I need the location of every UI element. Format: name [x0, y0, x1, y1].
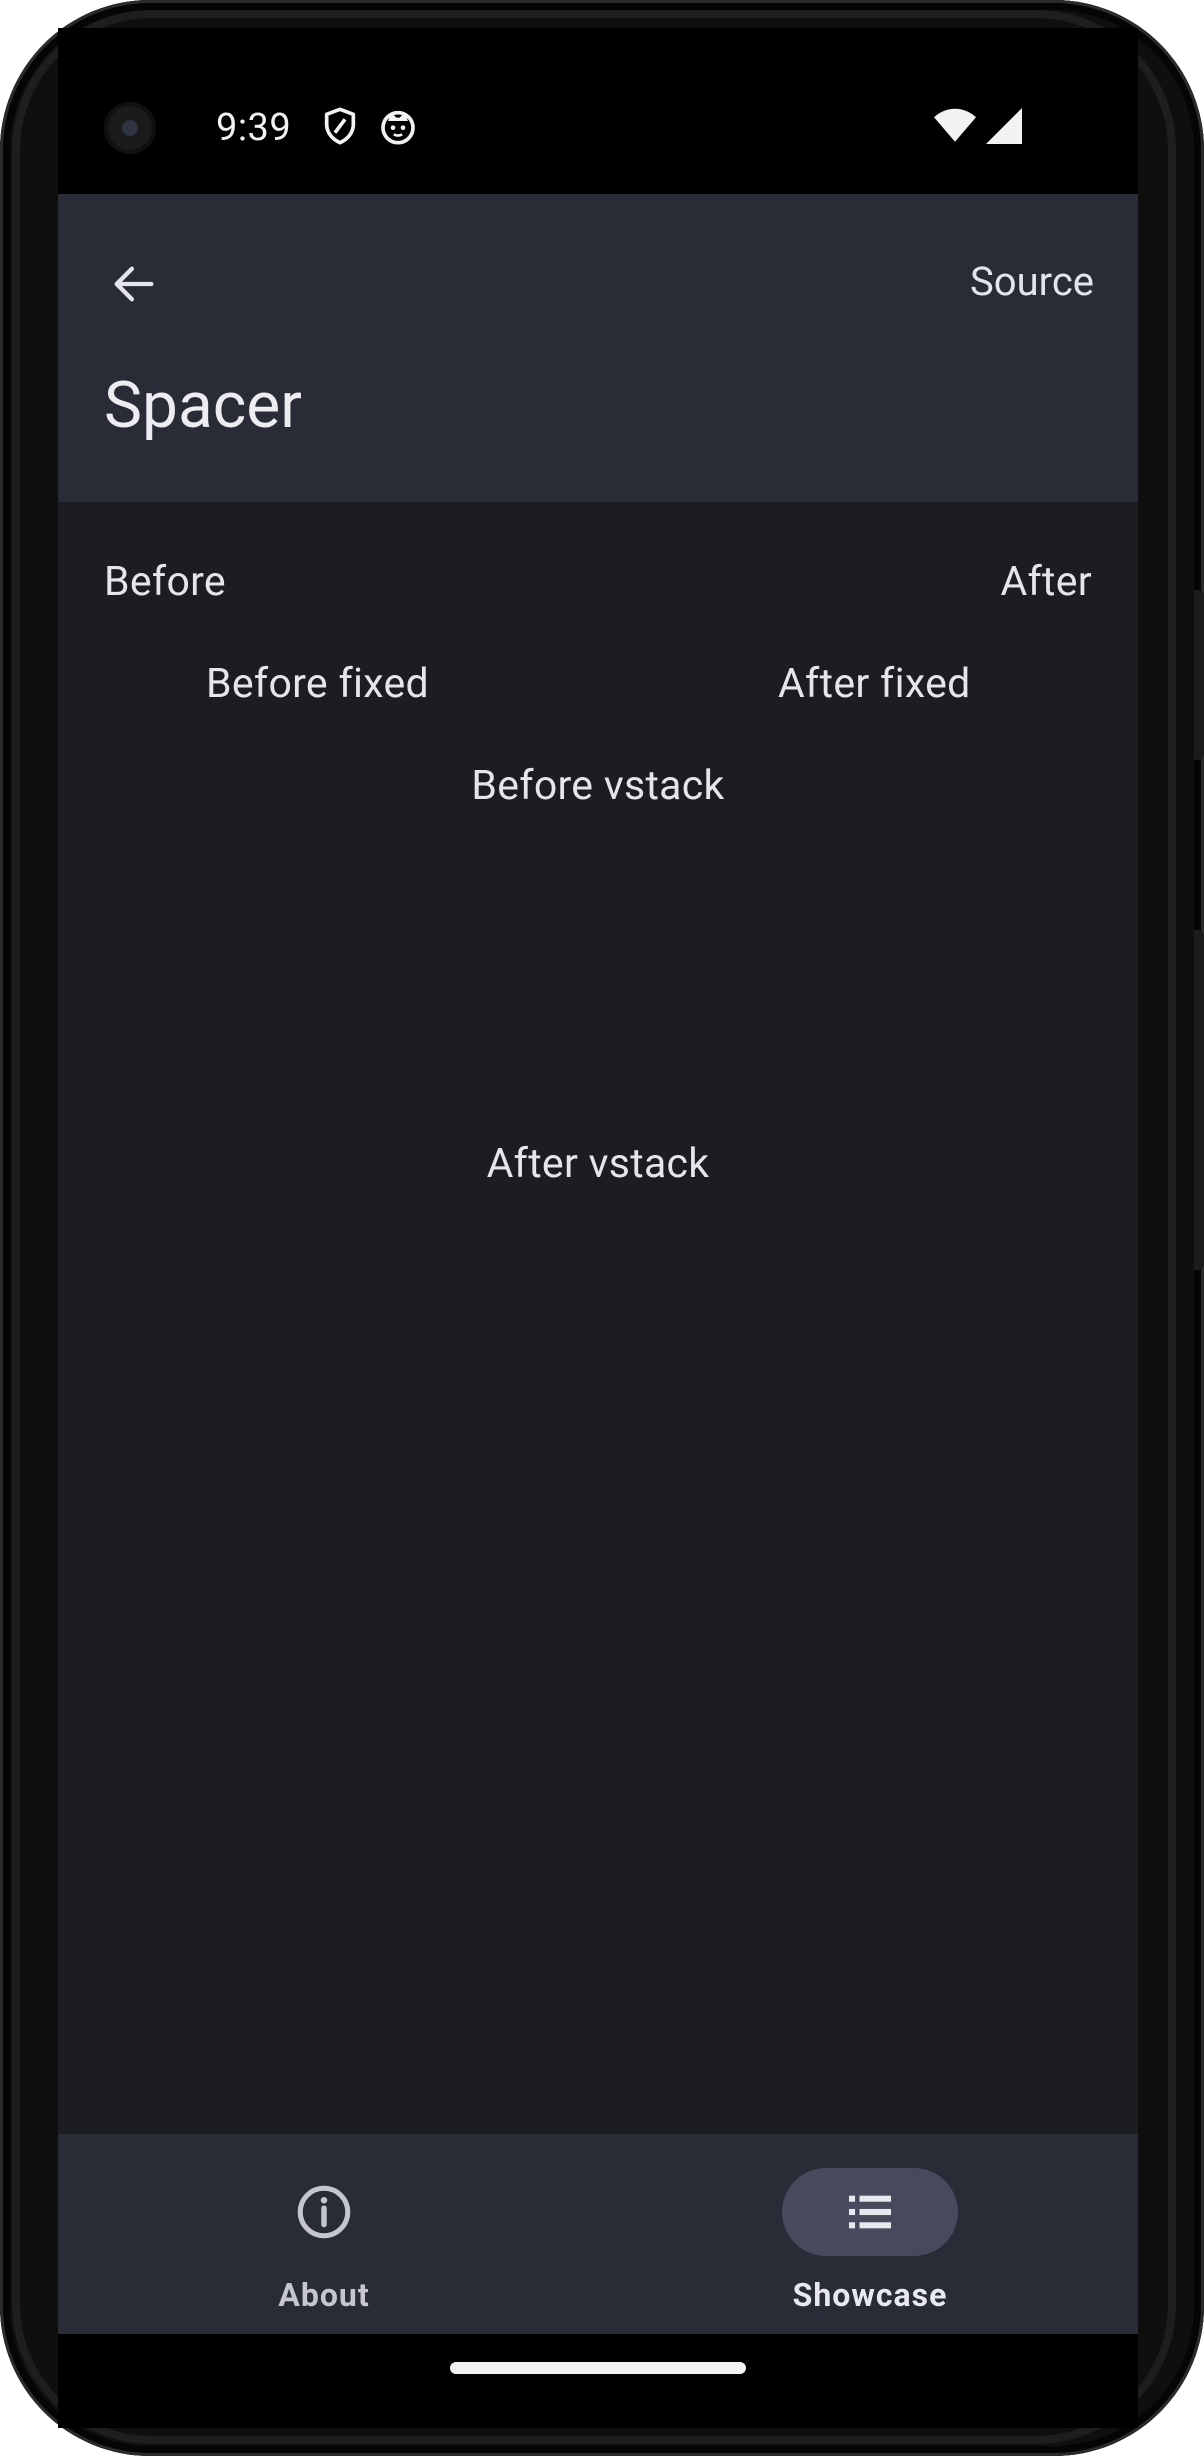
after-vstack-label: After vstack: [486, 1140, 710, 1188]
info-icon: [297, 2185, 351, 2239]
power-button: [1194, 590, 1204, 760]
volume-button: [1194, 930, 1204, 1270]
back-button[interactable]: [102, 252, 166, 316]
top-app-bar: Source Spacer: [58, 194, 1138, 502]
source-button[interactable]: Source: [970, 258, 1094, 305]
nav-label-about: About: [278, 2276, 370, 2314]
before-label: Before: [104, 558, 226, 606]
gesture-handle[interactable]: [450, 2362, 746, 2374]
list-icon: [849, 2195, 891, 2229]
nav-indicator-selected: [782, 2168, 958, 2256]
page-title: Spacer: [104, 368, 302, 443]
nav-label-showcase: Showcase: [792, 2276, 948, 2314]
nav-item-showcase[interactable]: Showcase: [750, 2156, 990, 2316]
nav-item-about[interactable]: About: [204, 2156, 444, 2316]
cat-icon: [381, 110, 415, 145]
signal-icon: [986, 108, 1022, 144]
screen: 9:39 Source Spacer Before After Before f…: [58, 28, 1138, 2428]
before-vstack-label: Before vstack: [471, 762, 725, 810]
bottom-navigation: About Showcase: [58, 2134, 1138, 2334]
phone-frame: 9:39 Source Spacer Before After Before f…: [0, 0, 1204, 2456]
app-content: Source Spacer Before After Before fixed …: [58, 194, 1138, 2334]
after-label: After: [1000, 558, 1092, 606]
wifi-icon: [934, 108, 976, 142]
camera-icon: [104, 102, 156, 154]
status-time: 9:39: [216, 106, 292, 150]
arrow-back-icon: [114, 266, 154, 302]
shield-icon: [324, 107, 356, 145]
nav-indicator: [236, 2168, 412, 2256]
status-bar: 9:39: [58, 28, 1138, 194]
spacer-demo: Before After Before fixed After fixed Be…: [58, 502, 1138, 2134]
after-fixed-label: After fixed: [778, 660, 971, 708]
before-fixed-label: Before fixed: [206, 660, 429, 708]
